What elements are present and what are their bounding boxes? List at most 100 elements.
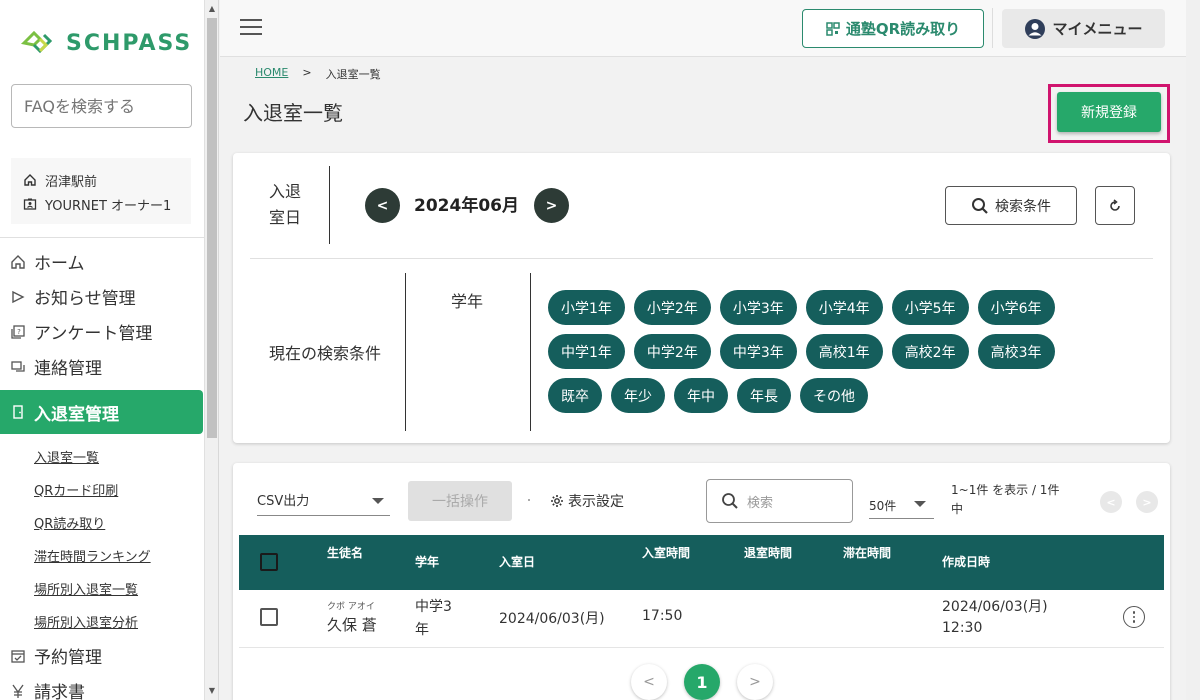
breadcrumb-home[interactable]: HOME <box>255 66 288 82</box>
nav-label: 予約管理 <box>34 648 102 668</box>
pagination-next[interactable]: > <box>737 664 773 700</box>
sidebar-divider <box>0 237 204 238</box>
scroll-up-icon[interactable]: ▲ <box>205 2 219 16</box>
home-icon <box>24 174 36 186</box>
student-name: 久保 蒼 <box>327 616 377 634</box>
sidebar: SCHPASS 沼津駅前 YOURNET オーナー1 ホーム お知らせ管理 ? … <box>0 0 205 700</box>
reset-button[interactable] <box>1095 186 1135 225</box>
hamburger-menu-icon[interactable] <box>240 19 262 37</box>
prev-month-button[interactable]: < <box>365 188 400 223</box>
select-all-checkbox[interactable] <box>260 553 278 571</box>
grade-chip: 中学1年 <box>548 334 625 369</box>
entry-date: 2024/06/03(月) <box>499 611 605 627</box>
new-button-highlight: 新規登録 <box>1048 84 1170 143</box>
nav-notice[interactable]: お知らせ管理 <box>0 279 204 314</box>
grade-chip: 年長 <box>737 378 791 413</box>
col-out-time[interactable]: 退室時間 <box>744 544 792 561</box>
nav-survey[interactable]: ? アンケート管理 <box>0 314 204 349</box>
display-settings-button[interactable]: 表示設定 <box>550 491 624 511</box>
date-label: 入退室日 <box>269 182 302 227</box>
scroll-down-icon[interactable]: ▼ <box>205 684 219 698</box>
qr-read-button[interactable]: 通塾QR読み取り <box>802 9 984 48</box>
grade-chip: 年中 <box>674 378 728 413</box>
nav-home[interactable]: ホーム <box>0 244 204 279</box>
created-date: 2024/06/03(月) <box>942 599 1048 615</box>
range-text: 1~1件 を表示 / 1件中 <box>951 483 1060 516</box>
chevron-right-icon: > <box>1142 495 1152 509</box>
chevron-left-icon: < <box>376 197 389 214</box>
col-in-time[interactable]: 入室時間 <box>642 544 690 561</box>
chevron-left-icon: < <box>1106 495 1116 509</box>
subnav-location-list[interactable]: 場所別入退室一覧 <box>0 572 204 605</box>
scroll-thumb[interactable] <box>207 18 217 438</box>
new-register-button[interactable]: 新規登録 <box>1057 92 1161 132</box>
qr-code-icon <box>826 21 840 36</box>
col-stay-time[interactable]: 滞在時間 <box>843 544 891 561</box>
nav-contact[interactable]: 連絡管理 <box>0 349 204 384</box>
per-page-select[interactable]: 50件 <box>869 489 934 519</box>
page-title: 入退室一覧 <box>243 101 343 125</box>
col-grade[interactable]: 学年 <box>415 553 439 570</box>
id-badge-icon <box>23 198 37 210</box>
chat-icon <box>11 360 25 372</box>
table-search-input[interactable]: 検索 <box>706 479 853 523</box>
subnav-qr-print[interactable]: QRカード印刷 <box>0 473 204 506</box>
per-page-value: 50件 <box>869 499 897 513</box>
csv-export-select[interactable]: CSV出力 <box>257 483 390 516</box>
logo[interactable]: SCHPASS <box>20 28 192 58</box>
home-icon <box>11 254 25 269</box>
student-kana: クボ アオイ <box>327 602 375 612</box>
subnav-ranking[interactable]: 滞在時間ランキング <box>0 539 204 572</box>
nav-label: 請求書 <box>34 683 85 700</box>
subnav-location-analysis[interactable]: 場所別入退室分析 <box>0 605 204 638</box>
grade-divider <box>530 273 531 431</box>
grade-chip: 既卒 <box>548 378 602 413</box>
logo-text: SCHPASS <box>66 30 193 56</box>
school-info: 沼津駅前 YOURNET オーナー1 <box>11 158 191 224</box>
subnav-list[interactable]: 入退室一覧 <box>0 440 204 473</box>
row-checkbox[interactable] <box>260 608 278 626</box>
chevron-right-icon: > <box>545 197 558 214</box>
search-condition-button[interactable]: 検索条件 <box>945 186 1077 225</box>
main-scrollbar[interactable] <box>1186 0 1200 700</box>
pagination-page[interactable]: 1 <box>684 664 720 700</box>
my-menu-button[interactable]: マイメニュー <box>1002 9 1165 48</box>
col-date[interactable]: 入室日 <box>499 553 535 570</box>
bulk-action-button[interactable]: 一括操作 <box>408 481 512 521</box>
table-header: 生徒名 学年 入室日 入室時間 退室時間 滞在時間 作成日時 <box>239 535 1164 590</box>
nav-reservation[interactable]: 予約管理 <box>0 638 204 673</box>
gear-icon <box>551 495 563 507</box>
display-settings-label: 表示設定 <box>568 494 624 510</box>
subnav-qr-read[interactable]: QR読み取り <box>0 506 204 539</box>
more-vert-icon[interactable] <box>1123 606 1145 628</box>
grade-chip: その他 <box>800 378 868 413</box>
nav-attendance[interactable]: 入退室管理 <box>0 390 203 434</box>
faq-search-input[interactable] <box>11 84 192 128</box>
caret-down-icon <box>372 498 384 504</box>
refresh-icon <box>1110 198 1120 211</box>
col-created[interactable]: 作成日時 <box>942 553 990 570</box>
user-name: YOURNET オーナー1 <box>45 198 172 214</box>
nav-invoice[interactable]: 請求書 <box>0 673 204 700</box>
col-name[interactable]: 生徒名 <box>327 544 363 561</box>
caret-down-icon <box>914 501 926 507</box>
sidebar-scrollbar[interactable]: ▲ ▼ <box>205 0 219 700</box>
play-outline-icon <box>12 290 25 303</box>
pagination-prev[interactable]: < <box>631 664 667 700</box>
grade-chip: 高校3年 <box>977 334 1055 369</box>
breadcrumb-current: 入退室一覧 <box>325 68 381 81</box>
search-card: 入退室日 < 2024年06月 > 検索条件 現在の検索条件 学年 小学1年 小… <box>233 153 1170 443</box>
next-page-arrow[interactable]: > <box>1136 491 1158 513</box>
table-card: CSV出力 一括操作 表示設定 検索 50件 1~1件 を表示 / 1件中 < … <box>233 463 1170 700</box>
nav-label: お知らせ管理 <box>34 289 136 309</box>
grade-chip: 小学5年 <box>891 290 969 325</box>
prev-page-arrow[interactable]: < <box>1100 491 1122 513</box>
search-icon <box>722 493 738 509</box>
table-row[interactable]: クボ アオイ 久保 蒼 中学3年 2024/06/03(月) 17:50 202… <box>239 590 1164 648</box>
grade-chip: 高校2年 <box>891 334 969 369</box>
grade-chip: 小学4年 <box>805 290 883 325</box>
logo-icon <box>20 30 53 54</box>
current-conditions-label: 現在の検索条件 <box>269 344 382 363</box>
conditions-divider <box>405 273 406 431</box>
next-month-button[interactable]: > <box>534 188 569 223</box>
